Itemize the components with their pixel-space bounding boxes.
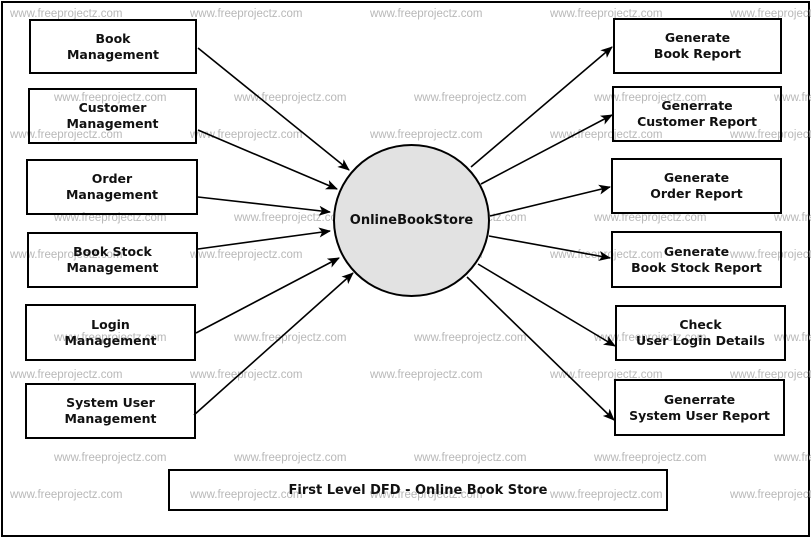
label-line: Generrate (661, 98, 733, 113)
label-line: Book (397, 213, 434, 228)
output-generate-customer-report: Generrate Customer Report (612, 86, 782, 142)
input-login-management: Login Management (25, 304, 196, 361)
flow-arrow-book-stock-management-to-central (197, 227, 331, 250)
input-book-stock-management: Book Stock Management (27, 232, 198, 288)
diagram-title: First Level DFD - Online Book Store (168, 469, 668, 511)
output-generate-system-user-report: Generrate System User Report (614, 379, 785, 436)
label-line: Customer (78, 100, 147, 115)
flow-arrow-system-user-management-to-central (193, 272, 354, 416)
label-line: User Login Details (636, 333, 765, 348)
label-line: Management (66, 260, 159, 275)
flow-arrow-central-to-generate-system-user-report (466, 276, 615, 421)
label-line: Management (65, 187, 158, 202)
flow-arrow-central-to-check-user-login-details (477, 263, 616, 347)
label-line: Generrate (663, 391, 736, 407)
label-line: Online (349, 213, 398, 228)
label-line: System User (66, 395, 155, 410)
diagram-title-text: First Level DFD - Online Book Store (288, 482, 548, 498)
label-line: Book (95, 30, 131, 46)
label-line: Book Stock Report (631, 259, 762, 275)
flow-arrow-central-to-generate-customer-report (480, 114, 613, 185)
input-book-management: Book Management (29, 19, 197, 74)
label-line: Management (66, 116, 159, 131)
central-process-online-book-store: OnlineBookStore (333, 144, 490, 297)
label-line: Book Report (653, 46, 742, 61)
label-line: Store (433, 213, 474, 228)
output-check-user-login-details: Check User Login Details (615, 305, 786, 361)
label-line: Management (66, 46, 159, 62)
diagram-canvas: www.freeprojectz.com www.freeprojectz.com… (0, 0, 811, 538)
flow-arrow-customer-management-to-central (197, 129, 338, 190)
label-line: Order (91, 171, 133, 186)
label-line: Generate (663, 243, 730, 259)
label-line: Login (91, 316, 130, 332)
input-customer-management: Customer Management (28, 88, 197, 144)
output-generate-order-report: Generate Order Report (611, 158, 782, 214)
output-generate-book-stock-report: Generate Book Stock Report (611, 231, 782, 288)
label-line: Check (679, 317, 722, 332)
flow-arrow-central-to-generate-book-stock-report (488, 235, 611, 261)
label-line: Management (64, 332, 157, 348)
label-line: Order Report (650, 186, 743, 201)
label-line: Generate (663, 170, 730, 185)
flow-arrow-book-management-to-central (197, 47, 350, 171)
label-line: Customer Report (637, 114, 757, 129)
label-line: Generate (664, 30, 731, 45)
input-order-management: Order Management (26, 159, 198, 215)
flow-arrow-central-to-generate-order-report (489, 184, 611, 217)
flow-arrow-login-management-to-central (195, 257, 340, 334)
label-line: Management (64, 411, 157, 426)
label-line: Book Stock (73, 244, 152, 259)
input-system-user-management: System User Management (25, 383, 196, 439)
output-generate-book-report: Generate Book Report (613, 18, 782, 74)
flow-arrow-order-management-to-central (197, 196, 331, 216)
label-line: System User Report (629, 407, 770, 423)
flow-arrow-central-to-generate-book-report (470, 46, 613, 168)
